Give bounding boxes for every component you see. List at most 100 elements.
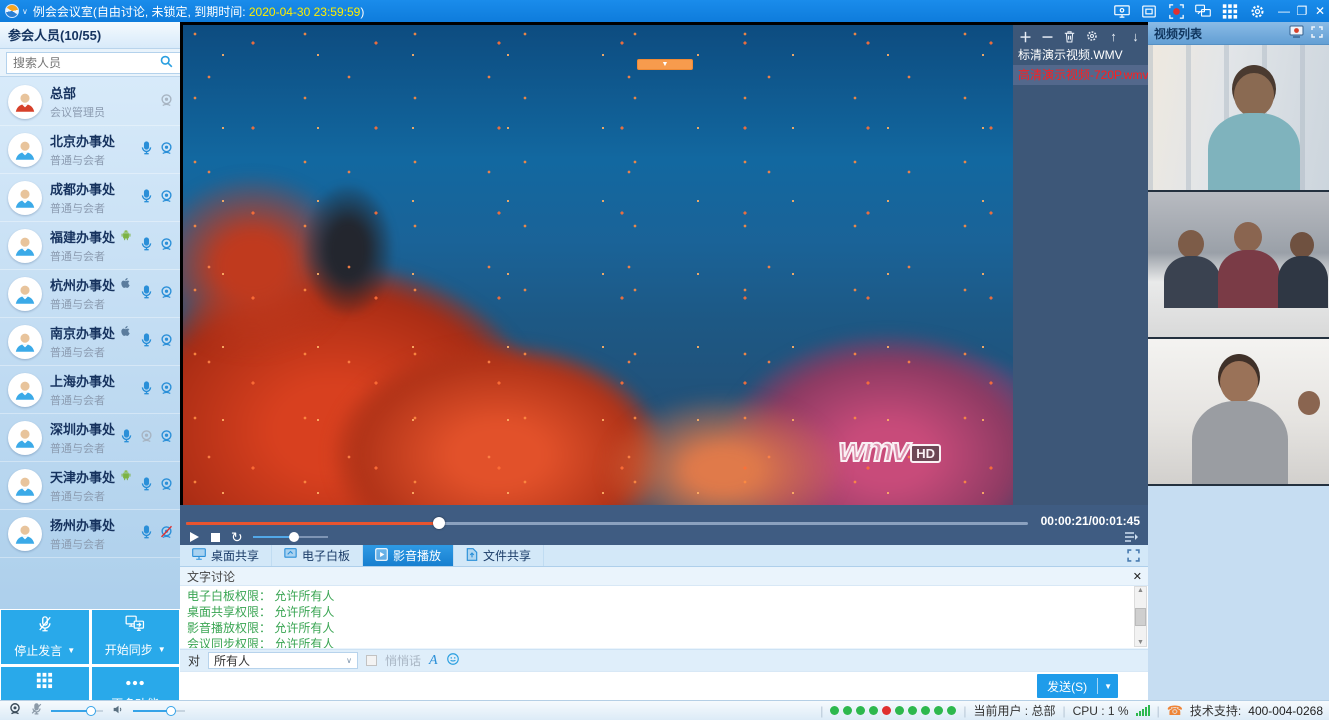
font-button[interactable]: A [429, 653, 438, 669]
play-icon[interactable] [188, 531, 200, 543]
move-up-icon[interactable]: ↑ [1107, 30, 1120, 43]
send-button[interactable]: 发送(S) ▼ [1037, 674, 1118, 698]
mic-icon[interactable] [139, 476, 154, 495]
add-icon[interactable]: ＋ [1019, 30, 1032, 43]
participant-row[interactable]: 上海办事处普通与会者 [0, 366, 180, 414]
speaker-volume-slider[interactable] [133, 705, 185, 717]
video-thumbnail[interactable] [1148, 192, 1329, 339]
participant-device-icons [139, 332, 174, 351]
mic-icon[interactable] [139, 236, 154, 255]
settings-icon[interactable] [1085, 30, 1098, 43]
participant-row[interactable]: 杭州办事处普通与会者 [0, 270, 180, 318]
connection-dot [856, 706, 865, 715]
minimize-button[interactable]: — [1275, 4, 1293, 18]
video-list-title: 视频列表 [1154, 25, 1202, 42]
replay-icon[interactable]: ↻ [231, 532, 243, 543]
video-broadcast-icon[interactable] [1289, 25, 1304, 41]
fullscreen-icon[interactable] [1127, 545, 1148, 566]
recipient-select[interactable]: 所有人∨ [208, 652, 358, 669]
participant-info: 天津办事处普通与会者 [50, 467, 139, 504]
participant-row[interactable]: 深圳办事处普通与会者 [0, 414, 180, 462]
camera-off-icon[interactable] [159, 525, 174, 543]
camera-icon[interactable] [159, 333, 174, 351]
close-button[interactable]: ✕ [1311, 4, 1329, 18]
chat-scrollbar[interactable]: ▲ ▼ [1134, 586, 1147, 647]
stop-icon[interactable] [210, 532, 221, 543]
playlist-item[interactable]: 标清演示视频.WMV [1013, 45, 1148, 65]
mic-icon[interactable] [139, 380, 154, 399]
playlist-toolbar: ＋ － ↑ ↓ [1013, 25, 1148, 45]
participant-row[interactable]: 南京办事处普通与会者 [0, 318, 180, 366]
scroll-down-icon[interactable]: ▼ [1137, 639, 1144, 646]
video-thumbnail[interactable] [1148, 339, 1329, 486]
media-video[interactable]: wmv HD [183, 25, 1013, 505]
scroll-thumb[interactable] [1135, 608, 1146, 626]
scroll-up-icon[interactable]: ▲ [1137, 587, 1144, 594]
mic-icon[interactable] [139, 332, 154, 351]
mic-icon[interactable] [139, 524, 154, 543]
chat-message-area[interactable]: 电子白板权限： 允许所有人桌面共享权限： 允许所有人影音播放权限： 允许所有人会… [180, 585, 1148, 648]
camera-icon[interactable] [159, 429, 174, 447]
camera-icon[interactable] [159, 189, 174, 207]
mic-icon[interactable] [139, 188, 154, 207]
search-icon[interactable] [159, 54, 174, 72]
participant-row[interactable]: 天津办事处普通与会者 [0, 462, 180, 510]
expand-icon[interactable] [1311, 26, 1323, 41]
remote-desktop-icon[interactable] [1114, 3, 1130, 19]
seek-bar[interactable] [186, 517, 1028, 529]
trash-icon[interactable] [1063, 30, 1076, 43]
camera-icon[interactable] [159, 381, 174, 399]
remove-icon[interactable]: － [1041, 30, 1054, 43]
whisper-checkbox[interactable] [366, 655, 377, 666]
camera-icon[interactable] [159, 141, 174, 159]
room-menu-caret-icon[interactable]: ∨ [22, 7, 28, 16]
chat-close-icon[interactable]: ✕ [1133, 570, 1142, 583]
tab-desktop-share[interactable]: 桌面共享 [180, 545, 272, 566]
maximize-button[interactable]: ❐ [1293, 4, 1311, 18]
window-mode-icon[interactable] [1141, 3, 1157, 19]
webcam-status-icon[interactable] [8, 702, 22, 719]
participant-row[interactable]: 北京办事处普通与会者 [0, 126, 180, 174]
mic-icon[interactable] [119, 428, 134, 447]
tab-whiteboard[interactable]: 电子白板 [272, 545, 363, 566]
mic-icon[interactable] [139, 140, 154, 159]
participant-row[interactable]: 成都办事处普通与会者 [0, 174, 180, 222]
playlist-item[interactable]: 高清演示视频-720P.wmv删除 [1013, 65, 1148, 85]
record-icon[interactable] [1168, 3, 1184, 19]
participant-row[interactable]: 总部会议管理员 [0, 78, 180, 126]
screen-share-icon[interactable] [1195, 3, 1211, 19]
action-button-mic-slash[interactable]: 停止发言▼ [1, 610, 89, 664]
mic-muted-icon[interactable] [30, 702, 43, 719]
message-input[interactable] [180, 671, 1148, 700]
mic-volume-slider[interactable] [51, 705, 103, 717]
camera-grey-icon[interactable] [159, 93, 174, 111]
apple-icon [119, 276, 132, 293]
video-thumbnail[interactable] [1148, 45, 1329, 192]
playlist-toggle-icon[interactable] [1124, 531, 1138, 546]
send-options-caret-icon[interactable]: ▼ [1098, 682, 1118, 691]
camera-icon[interactable] [159, 477, 174, 495]
settings-gear-icon[interactable] [1249, 3, 1265, 19]
search-input[interactable] [6, 52, 183, 74]
speaker-icon[interactable] [111, 703, 125, 719]
grid-mode-icon[interactable] [1222, 3, 1238, 19]
tab-media-play[interactable]: 影音播放 [363, 545, 454, 566]
camera-icon[interactable] [159, 285, 174, 303]
tab-file-share[interactable]: 文件共享 [454, 545, 544, 566]
participant-name-text: 总部 [50, 83, 76, 102]
camera-grey-icon[interactable] [139, 429, 154, 447]
camera-icon[interactable] [159, 237, 174, 255]
emoji-icon[interactable] [446, 652, 460, 669]
connection-quality-dots [830, 706, 956, 715]
mic-icon[interactable] [139, 284, 154, 303]
participant-device-icons [159, 93, 174, 111]
move-down-icon[interactable]: ↓ [1129, 30, 1142, 43]
tab-label: 文件共享 [483, 547, 531, 564]
chat-collapse-handle[interactable]: ▼ [637, 59, 693, 70]
volume-slider[interactable] [253, 531, 328, 543]
participant-row[interactable]: 福建办事处普通与会者 [0, 222, 180, 270]
connection-dot [921, 706, 930, 715]
participant-row[interactable]: 扬州办事处普通与会者 [0, 510, 180, 558]
seek-handle[interactable] [433, 517, 445, 529]
action-button-sync-screens[interactable]: 开始同步▼ [92, 610, 180, 664]
